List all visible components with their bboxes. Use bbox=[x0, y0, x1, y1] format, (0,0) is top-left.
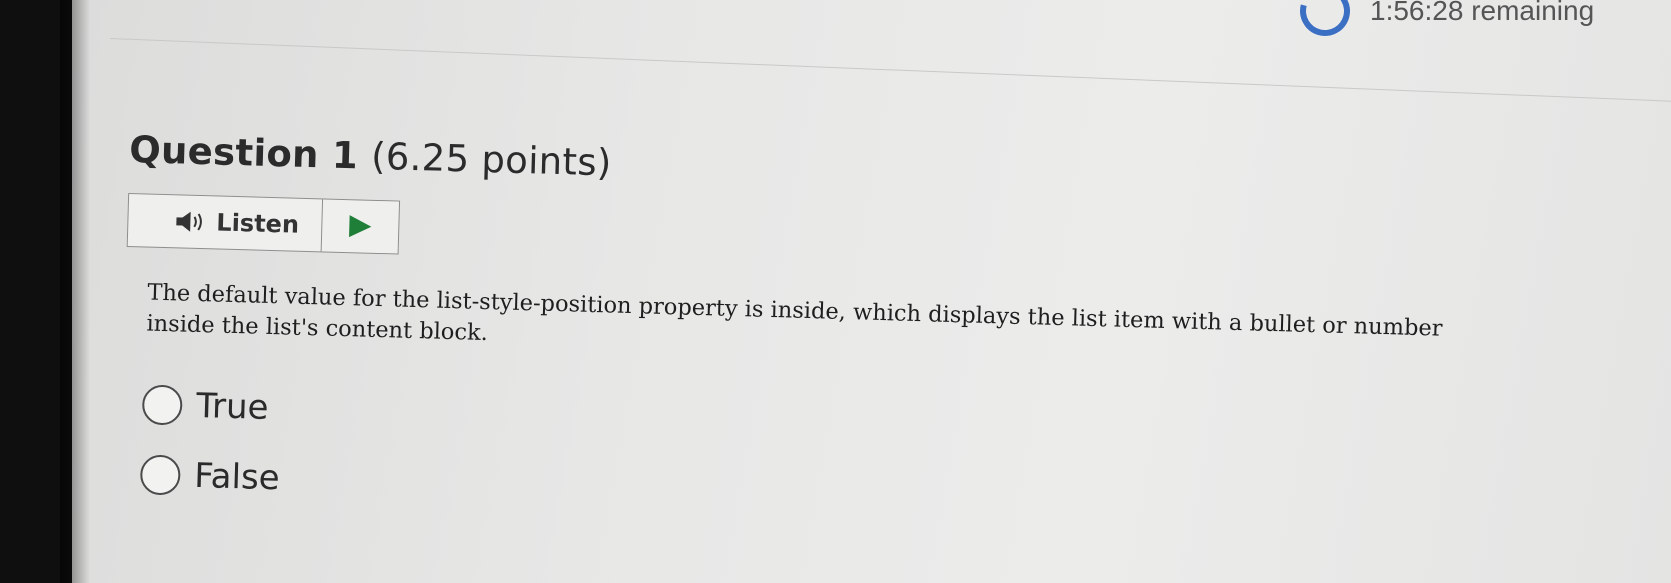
question-panel: Question 1 (6.25 points) Listen The defa… bbox=[119, 128, 1569, 549]
play-icon bbox=[348, 215, 372, 238]
question-number: Question 1 bbox=[128, 128, 359, 178]
photo-stage: 1:56:28 remaining Question 1 (6.25 point… bbox=[0, 0, 1671, 583]
screen-bezel bbox=[60, 0, 90, 583]
speaker-icon bbox=[176, 211, 202, 232]
listen-label: Listen bbox=[216, 208, 300, 239]
option-label-true: True bbox=[195, 385, 270, 428]
listen-button[interactable]: Listen bbox=[127, 194, 323, 252]
timer-remaining-text: 1:56:28 remaining bbox=[1370, 0, 1595, 26]
listen-widget: Listen bbox=[126, 192, 400, 255]
timer: 1:56:28 remaining bbox=[1290, 0, 1595, 46]
radio-button-true[interactable] bbox=[141, 384, 183, 426]
option-label-false: False bbox=[193, 455, 281, 499]
question-points: (6.25 points) bbox=[370, 134, 613, 185]
play-button[interactable] bbox=[321, 199, 398, 253]
radio-button-false[interactable] bbox=[139, 454, 181, 496]
question-text: The default value for the list-style-pos… bbox=[146, 279, 1443, 347]
